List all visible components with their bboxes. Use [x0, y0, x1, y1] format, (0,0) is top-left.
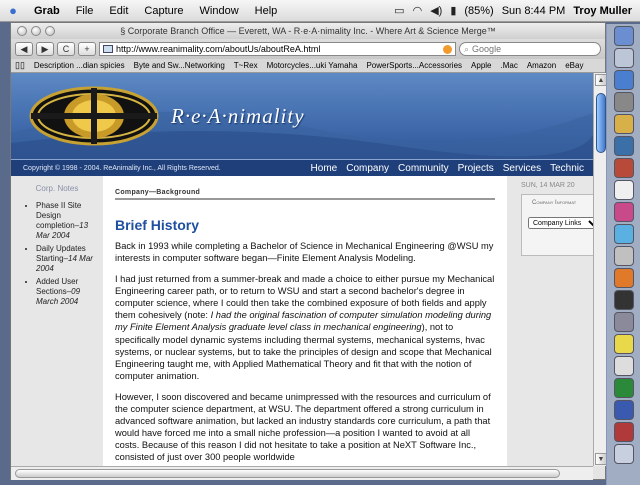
zoom-icon[interactable] — [45, 26, 55, 36]
note-item[interactable]: Added User Sections–09 March 2004 — [36, 277, 103, 307]
brand-name: R·e·A·nimality — [171, 104, 305, 128]
bookmark-item[interactable]: Description ...dian spicies — [34, 61, 125, 70]
url-input[interactable] — [116, 44, 440, 54]
menu-capture[interactable]: Capture — [136, 5, 191, 17]
menu-file[interactable]: File — [68, 5, 102, 17]
dock-trash-icon[interactable] — [614, 444, 634, 464]
horizontal-scrollbar[interactable] — [11, 466, 593, 480]
company-info-box: Company Informat Company Links — [521, 194, 593, 256]
page-title: Brief History — [115, 217, 200, 233]
dock-mail-icon[interactable] — [614, 48, 634, 68]
menu-edit[interactable]: Edit — [101, 5, 136, 17]
bookmark-item[interactable]: PowerSports...Accessories — [366, 61, 462, 70]
bookmark-item[interactable]: .Mac — [501, 61, 518, 70]
menu-help[interactable]: Help — [247, 5, 286, 17]
dock-app-icon[interactable] — [614, 114, 634, 134]
forward-button[interactable]: ▶ — [36, 42, 54, 56]
menu-bar: ● Grab File Edit Capture Window Help ▭ ◠… — [0, 0, 640, 22]
search-box[interactable]: ⌕ — [459, 42, 601, 56]
search-icon: ⌕ — [464, 43, 470, 54]
dock-app-icon[interactable] — [614, 136, 634, 156]
toolbar: ◀ ▶ C + ⌕ — [11, 39, 605, 59]
main-content: Company—Background Brief History Back in… — [115, 176, 495, 466]
current-date: SUN, 14 MAR 20 — [521, 182, 575, 189]
apple-icon[interactable]: ● — [0, 3, 26, 18]
nav-community[interactable]: Community — [398, 163, 449, 174]
nav-company[interactable]: Company — [346, 163, 389, 174]
dock-app-icon[interactable] — [614, 400, 634, 420]
info-sidebar: SUN, 14 MAR 20 Company Informat Company … — [507, 176, 593, 466]
minimize-icon[interactable] — [31, 26, 41, 36]
dock-finder-icon[interactable] — [614, 26, 634, 46]
dock-firefox-icon[interactable] — [614, 268, 634, 288]
dock-app-icon[interactable] — [614, 312, 634, 332]
dock-calendar-icon[interactable] — [614, 180, 634, 200]
dock-app-icon[interactable] — [614, 356, 634, 376]
corp-notes-title: Corp. Notes — [35, 184, 79, 193]
nav-technic[interactable]: Technic — [550, 163, 584, 174]
company-info-title: Company Informat — [532, 200, 577, 206]
clock[interactable]: Sun 8:44 PM — [502, 5, 566, 17]
bookmark-item[interactable]: Byte and Sw...Networking — [134, 61, 225, 70]
bookmark-item[interactable]: Apple — [471, 61, 491, 70]
vertical-scrollbar[interactable]: ▲ ▼ — [593, 73, 607, 466]
favicon-icon — [103, 45, 113, 53]
dock-app-icon[interactable] — [614, 422, 634, 442]
bookmark-item[interactable]: Motorcycles...uki Yamaha — [267, 61, 358, 70]
note-item[interactable]: Phase II Site Design completion–13 Mar 2… — [36, 201, 103, 241]
dock-app-icon[interactable] — [614, 202, 634, 222]
copyright: Copyright © 1998 - 2004. ReAnimality Inc… — [23, 164, 221, 172]
history-paragraph-1: Back in 1993 while completing a Bachelor… — [115, 241, 494, 264]
history-paragraph-2: I had just returned from a summer-break … — [115, 274, 495, 381]
battery-percent: (85%) — [464, 4, 494, 17]
dock-app-icon[interactable] — [614, 246, 634, 266]
breadcrumb: Company—Background — [115, 189, 495, 200]
menu-window[interactable]: Window — [192, 5, 247, 17]
nav-services[interactable]: Services — [503, 163, 541, 174]
close-icon[interactable] — [17, 26, 27, 36]
bookmarks-book-icon[interactable]: ▯▯ — [15, 60, 25, 71]
dock-app-icon[interactable] — [614, 290, 634, 310]
address-bar[interactable] — [99, 42, 456, 56]
dock — [606, 24, 640, 485]
dock-safari-icon[interactable] — [614, 70, 634, 90]
bookmark-item[interactable]: eBay — [565, 61, 583, 70]
dock-app-icon[interactable] — [614, 158, 634, 178]
wifi-icon[interactable]: ◠ — [413, 4, 423, 17]
reanimality-logo[interactable] — [29, 86, 159, 146]
display-icon[interactable]: ▭ — [394, 4, 404, 17]
company-links-select[interactable]: Company Links — [528, 217, 593, 229]
bookmark-item[interactable]: Amazon — [527, 61, 556, 70]
scroll-thumb[interactable] — [596, 93, 606, 153]
window-title: § Corporate Branch Office — Everett, WA … — [120, 26, 496, 36]
volume-icon[interactable]: ◀) — [430, 4, 442, 17]
nav-home[interactable]: Home — [311, 163, 338, 174]
dock-app-icon[interactable] — [614, 92, 634, 112]
title-bar: § Corporate Branch Office — Everett, WA … — [11, 23, 605, 39]
history-paragraph-3: However, I soon discovered and became un… — [115, 391, 491, 463]
rss-icon[interactable] — [443, 44, 452, 54]
dock-app-icon[interactable] — [614, 378, 634, 398]
add-bookmark-button[interactable]: + — [78, 42, 96, 56]
menu-app[interactable]: Grab — [26, 5, 68, 17]
note-item[interactable]: Daily Updates Starting–14 Mar 2004 — [36, 244, 103, 274]
user-name[interactable]: Troy Muller — [573, 5, 632, 17]
dock-app-icon[interactable] — [614, 334, 634, 354]
back-button[interactable]: ◀ — [15, 42, 33, 56]
corp-notes-sidebar: Corp. Notes Phase II Site Design complet… — [11, 176, 103, 466]
dock-app-icon[interactable] — [614, 224, 634, 244]
nav-projects[interactable]: Projects — [458, 163, 494, 174]
bookmark-item[interactable]: T~Rex — [234, 61, 258, 70]
battery-icon[interactable]: ▮ — [450, 4, 456, 17]
search-input[interactable] — [472, 44, 583, 54]
site-nav: Copyright © 1998 - 2004. ReAnimality Inc… — [11, 159, 593, 176]
reload-button[interactable]: C — [57, 42, 75, 56]
site-banner: R·e·A·nimality — [11, 73, 593, 159]
bookmarks-bar: ▯▯ Description ...dian spicies Byte and … — [11, 59, 605, 73]
hscroll-thumb[interactable] — [15, 469, 560, 478]
browser-window: § Corporate Branch Office — Everett, WA … — [10, 22, 607, 480]
web-content: R·e·A·nimality Copyright © 1998 - 2004. … — [11, 73, 593, 466]
